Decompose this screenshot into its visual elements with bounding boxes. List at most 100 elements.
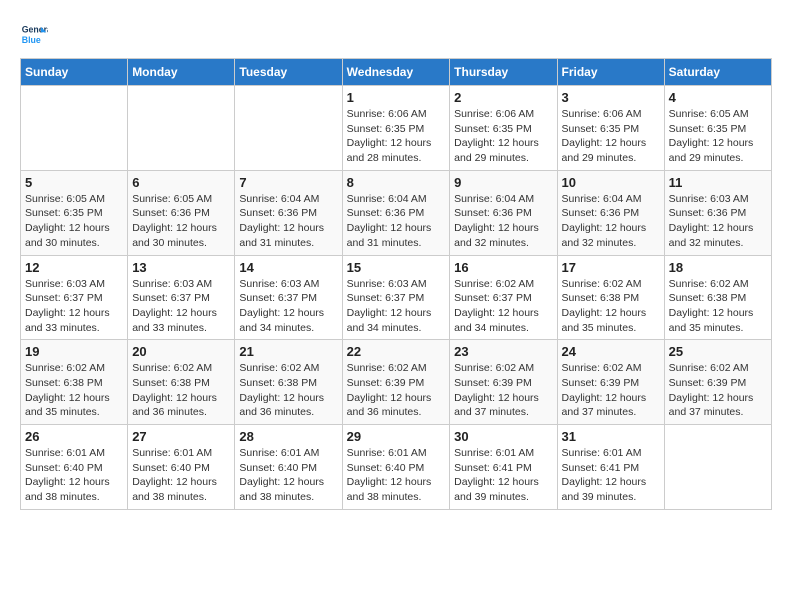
day-info: Sunrise: 6:02 AMSunset: 6:38 PMDaylight:… — [132, 361, 230, 420]
day-number: 9 — [454, 175, 552, 190]
svg-text:Blue: Blue — [22, 35, 41, 45]
day-number: 10 — [562, 175, 660, 190]
day-info: Sunrise: 6:03 AMSunset: 6:37 PMDaylight:… — [347, 277, 446, 336]
calendar-cell: 28Sunrise: 6:01 AMSunset: 6:40 PMDayligh… — [235, 425, 342, 510]
day-info: Sunrise: 6:02 AMSunset: 6:37 PMDaylight:… — [454, 277, 552, 336]
day-info: Sunrise: 6:05 AMSunset: 6:35 PMDaylight:… — [25, 192, 123, 251]
calendar-cell: 21 Sunrise: 6:02 AMSunset: 6:38 PMDayligh… — [235, 340, 342, 425]
calendar-cell — [235, 86, 342, 171]
day-info: Sunrise: 6:02 AMSunset: 6:38 PMDaylight:… — [669, 277, 767, 336]
calendar-cell: 15Sunrise: 6:03 AMSunset: 6:37 PMDayligh… — [342, 255, 450, 340]
day-number: 28 — [239, 429, 337, 444]
day-number: 2 — [454, 90, 552, 105]
day-info: Sunrise: 6:05 AMSunset: 6:35 PMDaylight:… — [669, 107, 767, 166]
calendar-cell: 31 Sunrise: 6:01 AMSunset: 6:41 PMDayligh… — [557, 425, 664, 510]
day-number: 5 — [25, 175, 123, 190]
calendar-body: 1 Sunrise: 6:06 AMSunset: 6:35 PMDaylight… — [21, 86, 772, 510]
page-header: General Blue — [20, 20, 772, 48]
day-info: Sunrise: 6:05 AMSunset: 6:36 PMDaylight:… — [132, 192, 230, 251]
calendar-cell: 1 Sunrise: 6:06 AMSunset: 6:35 PMDaylight… — [342, 86, 450, 171]
day-number: 21 — [239, 344, 337, 359]
day-number: 20 — [132, 344, 230, 359]
weekday-tuesday: Tuesday — [235, 59, 342, 86]
day-info: Sunrise: 6:01 AMSunset: 6:40 PMDaylight:… — [25, 446, 123, 505]
day-info: Sunrise: 6:02 AMSunset: 6:39 PMDaylight:… — [454, 361, 552, 420]
calendar-cell: 9 Sunrise: 6:04 AMSunset: 6:36 PMDaylight… — [450, 170, 557, 255]
day-info: Sunrise: 6:02 AMSunset: 6:39 PMDaylight:… — [669, 361, 767, 420]
day-number: 8 — [347, 175, 446, 190]
calendar-cell — [21, 86, 128, 171]
day-number: 13 — [132, 260, 230, 275]
day-info: Sunrise: 6:04 AMSunset: 6:36 PMDaylight:… — [454, 192, 552, 251]
calendar-cell: 5 Sunrise: 6:05 AMSunset: 6:35 PMDaylight… — [21, 170, 128, 255]
weekday-wednesday: Wednesday — [342, 59, 450, 86]
day-info: Sunrise: 6:03 AMSunset: 6:37 PMDaylight:… — [132, 277, 230, 336]
calendar-cell: 4 Sunrise: 6:05 AMSunset: 6:35 PMDaylight… — [664, 86, 771, 171]
calendar-cell: 6 Sunrise: 6:05 AMSunset: 6:36 PMDaylight… — [128, 170, 235, 255]
day-number: 4 — [669, 90, 767, 105]
week-row-3: 12 Sunrise: 6:03 AMSunset: 6:37 PMDayligh… — [21, 255, 772, 340]
calendar-cell: 29 Sunrise: 6:01 AMSunset: 6:40 PMDayligh… — [342, 425, 450, 510]
day-number: 30 — [454, 429, 552, 444]
weekday-header-row: SundayMondayTuesdayWednesdayThursdayFrid… — [21, 59, 772, 86]
calendar-cell: 18 Sunrise: 6:02 AMSunset: 6:38 PMDayligh… — [664, 255, 771, 340]
day-number: 14 — [239, 260, 337, 275]
weekday-thursday: Thursday — [450, 59, 557, 86]
week-row-2: 5 Sunrise: 6:05 AMSunset: 6:35 PMDaylight… — [21, 170, 772, 255]
logo: General Blue — [20, 20, 52, 48]
day-number: 19 — [25, 344, 123, 359]
weekday-friday: Friday — [557, 59, 664, 86]
calendar-cell: 25 Sunrise: 6:02 AMSunset: 6:39 PMDayligh… — [664, 340, 771, 425]
day-info: Sunrise: 6:02 AMSunset: 6:38 PMDaylight:… — [239, 361, 337, 420]
calendar-cell: 16Sunrise: 6:02 AMSunset: 6:37 PMDayligh… — [450, 255, 557, 340]
day-info: Sunrise: 6:06 AMSunset: 6:35 PMDaylight:… — [454, 107, 552, 166]
day-number: 6 — [132, 175, 230, 190]
calendar-cell: 8 Sunrise: 6:04 AMSunset: 6:36 PMDaylight… — [342, 170, 450, 255]
calendar-cell: 14 Sunrise: 6:03 AMSunset: 6:37 PMDayligh… — [235, 255, 342, 340]
day-info: Sunrise: 6:02 AMSunset: 6:38 PMDaylight:… — [562, 277, 660, 336]
day-number: 11 — [669, 175, 767, 190]
calendar-cell: 2 Sunrise: 6:06 AMSunset: 6:35 PMDaylight… — [450, 86, 557, 171]
week-row-1: 1 Sunrise: 6:06 AMSunset: 6:35 PMDaylight… — [21, 86, 772, 171]
day-number: 17 — [562, 260, 660, 275]
week-row-4: 19 Sunrise: 6:02 AMSunset: 6:38 PMDayligh… — [21, 340, 772, 425]
week-row-5: 26 Sunrise: 6:01 AMSunset: 6:40 PMDayligh… — [21, 425, 772, 510]
day-number: 25 — [669, 344, 767, 359]
svg-text:General: General — [22, 24, 48, 34]
calendar-cell: 3Sunrise: 6:06 AMSunset: 6:35 PMDaylight… — [557, 86, 664, 171]
calendar-cell: 27Sunrise: 6:01 AMSunset: 6:40 PMDayligh… — [128, 425, 235, 510]
calendar-table: SundayMondayTuesdayWednesdayThursdayFrid… — [20, 58, 772, 510]
day-number: 31 — [562, 429, 660, 444]
weekday-saturday: Saturday — [664, 59, 771, 86]
day-info: Sunrise: 6:02 AMSunset: 6:39 PMDaylight:… — [562, 361, 660, 420]
calendar-cell — [128, 86, 235, 171]
day-info: Sunrise: 6:01 AMSunset: 6:41 PMDaylight:… — [562, 446, 660, 505]
day-number: 26 — [25, 429, 123, 444]
calendar-cell: 7 Sunrise: 6:04 AMSunset: 6:36 PMDaylight… — [235, 170, 342, 255]
weekday-monday: Monday — [128, 59, 235, 86]
calendar-cell: 12 Sunrise: 6:03 AMSunset: 6:37 PMDayligh… — [21, 255, 128, 340]
calendar-cell: 23 Sunrise: 6:02 AMSunset: 6:39 PMDayligh… — [450, 340, 557, 425]
day-number: 29 — [347, 429, 446, 444]
day-info: Sunrise: 6:02 AMSunset: 6:39 PMDaylight:… — [347, 361, 446, 420]
calendar-cell: 30Sunrise: 6:01 AMSunset: 6:41 PMDayligh… — [450, 425, 557, 510]
day-info: Sunrise: 6:01 AMSunset: 6:40 PMDaylight:… — [132, 446, 230, 505]
day-number: 18 — [669, 260, 767, 275]
day-number: 23 — [454, 344, 552, 359]
day-number: 7 — [239, 175, 337, 190]
day-info: Sunrise: 6:03 AMSunset: 6:37 PMDaylight:… — [25, 277, 123, 336]
day-number: 12 — [25, 260, 123, 275]
calendar-cell — [664, 425, 771, 510]
calendar-cell: 24Sunrise: 6:02 AMSunset: 6:39 PMDayligh… — [557, 340, 664, 425]
calendar-cell: 11 Sunrise: 6:03 AMSunset: 6:36 PMDayligh… — [664, 170, 771, 255]
day-info: Sunrise: 6:06 AMSunset: 6:35 PMDaylight:… — [347, 107, 446, 166]
day-info: Sunrise: 6:03 AMSunset: 6:36 PMDaylight:… — [669, 192, 767, 251]
day-number: 1 — [347, 90, 446, 105]
calendar-cell: 10Sunrise: 6:04 AMSunset: 6:36 PMDayligh… — [557, 170, 664, 255]
calendar-cell: 20 Sunrise: 6:02 AMSunset: 6:38 PMDayligh… — [128, 340, 235, 425]
day-info: Sunrise: 6:01 AMSunset: 6:40 PMDaylight:… — [347, 446, 446, 505]
day-info: Sunrise: 6:04 AMSunset: 6:36 PMDaylight:… — [347, 192, 446, 251]
day-info: Sunrise: 6:04 AMSunset: 6:36 PMDaylight:… — [239, 192, 337, 251]
day-info: Sunrise: 6:03 AMSunset: 6:37 PMDaylight:… — [239, 277, 337, 336]
day-info: Sunrise: 6:06 AMSunset: 6:35 PMDaylight:… — [562, 107, 660, 166]
